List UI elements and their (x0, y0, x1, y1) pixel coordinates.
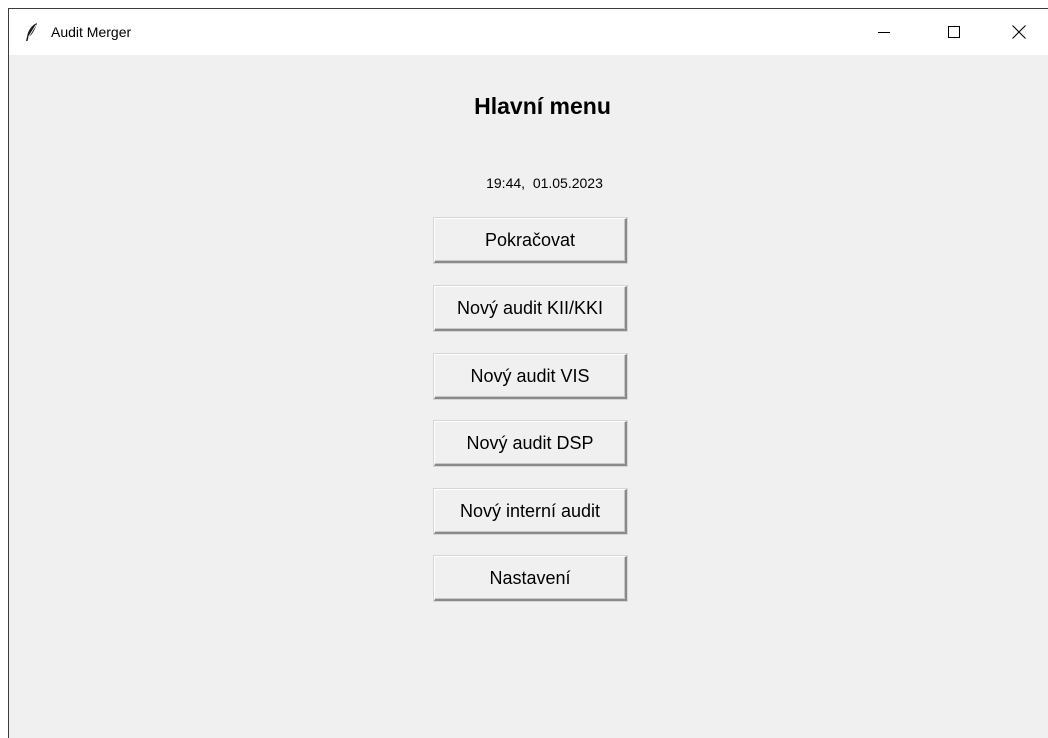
close-button[interactable] (996, 9, 1042, 55)
main-menu-panel: Hlavní menu 19:44, 01.05.2023 Pokračovat… (9, 55, 1048, 738)
new-internal-audit-button[interactable]: Nový interní audit (434, 489, 627, 534)
new-audit-kii-kki-button[interactable]: Nový audit KII/KKI (434, 286, 627, 331)
app-window: Audit Merger Hlavní menu 19:44, 01.05.20… (8, 8, 1048, 738)
new-audit-vis-button[interactable]: Nový audit VIS (434, 354, 627, 399)
continue-button[interactable]: Pokračovat (434, 218, 627, 263)
minimize-button[interactable] (861, 9, 907, 55)
minimize-icon (878, 26, 890, 38)
maximize-button[interactable] (931, 9, 977, 55)
page-title: Hlavní menu (474, 93, 611, 119)
maximize-icon (948, 26, 960, 38)
title-bar[interactable]: Audit Merger (9, 9, 1048, 55)
datetime-label: 19:44, 01.05.2023 (486, 175, 603, 191)
close-icon (1012, 25, 1026, 39)
feather-icon (24, 22, 40, 42)
new-audit-dsp-button[interactable]: Nový audit DSP (434, 421, 627, 466)
settings-button[interactable]: Nastavení (434, 556, 627, 601)
window-title: Audit Merger (51, 24, 132, 40)
